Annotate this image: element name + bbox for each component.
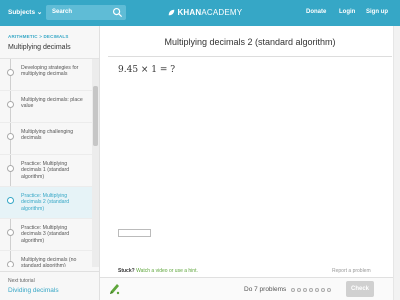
- leaf-icon: [168, 9, 175, 16]
- exercise-icon: [7, 229, 14, 236]
- sidebar-item-practice-2[interactable]: Practice: Multiplying decimals 2 (standa…: [0, 187, 92, 219]
- stuck-label: Stuck?: [118, 268, 135, 274]
- chevron-down-icon: ⌄: [36, 9, 43, 16]
- page-title: Multiplying decimals 2 (standard algorit…: [164, 37, 336, 47]
- sidebar-item-label: Multiplying challenging decimals: [21, 129, 74, 142]
- sidebar-item-label: Practice: Multiplying decimals 2 (standa…: [21, 193, 70, 212]
- progress-dot: [327, 288, 331, 292]
- search-input[interactable]: Search: [52, 9, 72, 15]
- video-icon: [7, 261, 14, 267]
- next-tutorial-label: Next tutorial: [8, 278, 35, 284]
- exercise-area: Multiplying decimals 2 (standard algorit…: [100, 26, 400, 300]
- next-tutorial: Next tutorial Dividing decimals: [0, 271, 99, 300]
- exercise-icon: [7, 165, 14, 172]
- video-icon: [7, 69, 14, 76]
- report-problem-link[interactable]: Report a problem: [332, 268, 371, 274]
- breadcrumb-topic-link[interactable]: DECIMALS: [43, 34, 68, 39]
- video-icon: [7, 101, 14, 108]
- sidebar-item-no-standard-algorithm[interactable]: Multiplying decimals (no standard algori…: [0, 251, 92, 267]
- sidebar-item-label: Multiplying decimals (no standard algori…: [21, 257, 77, 267]
- signup-link[interactable]: Sign up: [366, 9, 388, 15]
- sidebar-item-label: Practice: Multiplying decimals 3 (standa…: [21, 225, 70, 244]
- sidebar-item-practice-1[interactable]: Practice: Multiplying decimals 1 (standa…: [0, 155, 92, 187]
- exercise-footer: Do 7 problems Check: [100, 277, 400, 300]
- hint-link[interactable]: Watch a video or use a hint.: [136, 268, 198, 274]
- exercise-icon: [7, 197, 14, 204]
- subjects-label: Subjects: [8, 9, 36, 16]
- sidebar-item-label: Developing strategies for multiplying de…: [21, 65, 79, 78]
- divider: [108, 56, 392, 57]
- progress-dots: [291, 288, 333, 292]
- answer-input[interactable]: [118, 229, 151, 237]
- logo-suffix: ACADEMY: [201, 8, 243, 17]
- sidebar-item-place-value[interactable]: Multiplying decimals: place value: [0, 91, 92, 123]
- login-link[interactable]: Login: [339, 9, 355, 15]
- scratchpad-pencil-icon[interactable]: [108, 282, 120, 296]
- sidebar-item-label: Multiplying decimals: place value: [21, 97, 83, 110]
- tutorial-item-list: Developing strategies for multiplying de…: [0, 59, 92, 267]
- breadcrumb-separator: >: [39, 34, 43, 39]
- progress-dot: [297, 288, 301, 292]
- sidebar-item-challenging-decimals[interactable]: Multiplying challenging decimals: [0, 123, 92, 155]
- sidebar-item-label: Practice: Multiplying decimals 1 (standa…: [21, 161, 70, 180]
- sidebar-item-practice-3[interactable]: Practice: Multiplying decimals 3 (standa…: [0, 219, 92, 251]
- donate-link[interactable]: Donate: [306, 9, 326, 15]
- problem-statement: 9.45 × 1 = ?: [118, 65, 176, 75]
- topic-title: Multiplying decimals: [8, 44, 71, 51]
- progress-dot: [321, 288, 325, 292]
- progress-dot: [291, 288, 295, 292]
- progress-text: Do 7 problems: [244, 286, 287, 293]
- top-navigation-bar: Subjects ⌄ Search KHANACADEMY Donate Log…: [0, 0, 400, 26]
- subjects-menu-button[interactable]: Subjects ⌄: [8, 8, 42, 16]
- progress-dot: [315, 288, 319, 292]
- check-button[interactable]: Check: [346, 281, 374, 297]
- breadcrumb: ARITHMETIC > DECIMALS: [8, 34, 69, 39]
- video-icon: [7, 133, 14, 140]
- main-scrollbar[interactable]: [393, 26, 400, 300]
- search-icon[interactable]: [112, 7, 123, 18]
- stuck-prompt: Stuck? Watch a video or use a hint.: [118, 268, 198, 274]
- sidebar-scrollbar-thumb[interactable]: [93, 86, 98, 146]
- sidebar-item-developing-strategies[interactable]: Developing strategies for multiplying de…: [0, 59, 92, 91]
- progress-dot: [309, 288, 313, 292]
- khan-academy-logo[interactable]: KHANACADEMY: [168, 8, 242, 17]
- next-tutorial-link[interactable]: Dividing decimals: [8, 287, 59, 294]
- breadcrumb-subject-link[interactable]: ARITHMETIC: [8, 34, 38, 39]
- search-box[interactable]: Search: [46, 5, 126, 20]
- progress-dot: [303, 288, 307, 292]
- tutorial-sidebar: ARITHMETIC > DECIMALS Multiplying decima…: [0, 26, 100, 300]
- logo-prefix: KHAN: [177, 8, 202, 17]
